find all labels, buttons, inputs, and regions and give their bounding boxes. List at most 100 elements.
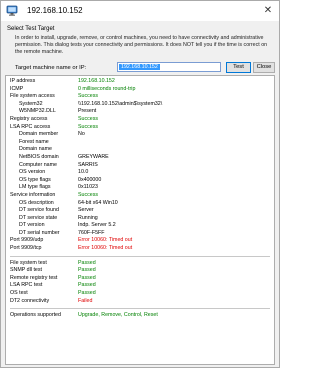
- result-value: Success: [78, 93, 99, 100]
- result-value: SARRIS: [78, 161, 98, 168]
- result-key: Service information: [10, 191, 56, 198]
- section-divider: [10, 308, 270, 310]
- target-label: Target machine name or IP:: [15, 65, 87, 71]
- result-key: Registry access: [10, 115, 48, 122]
- group-label: Select Test Target: [7, 26, 55, 32]
- result-value: 0 milliseconds round-trip: [78, 85, 136, 92]
- result-row: File system test Passed: [6, 260, 274, 268]
- result-key: Port 9909/tcp: [10, 245, 42, 252]
- result-row: Forest name: [6, 139, 274, 147]
- window-title: 192.168.10.152: [27, 6, 83, 15]
- target-input[interactable]: 192.168.10.152: [117, 62, 221, 72]
- result-key: File system access: [10, 93, 55, 100]
- result-key: DT service state: [19, 214, 58, 221]
- result-key: Domain member: [19, 131, 59, 138]
- result-key: DT2 connectivity: [10, 297, 50, 304]
- result-key: LSA RPC access: [10, 123, 51, 130]
- result-value: Error 10060: Timed out: [78, 245, 133, 252]
- target-input-value: 192.168.10.152: [119, 64, 160, 70]
- result-value: No: [78, 131, 85, 138]
- result-row: Port 9909/udp Error 10060: Timed out: [6, 237, 274, 245]
- result-value: Success: [78, 115, 99, 122]
- result-key: OS test: [10, 290, 28, 297]
- result-value: 0x11023: [78, 184, 98, 191]
- result-value: Present: [78, 108, 97, 115]
- result-row: Registry access Success: [6, 116, 274, 124]
- result-key: DT version: [19, 222, 45, 229]
- result-row: DT serial number 760F-F5FF: [6, 230, 274, 238]
- operations-value: Upgrade, Remove, Control, Reset: [78, 312, 158, 319]
- result-row: File system access Success: [6, 93, 274, 101]
- results-list: IP address 192.168.10.152 ICMP 0 millisecon…: [6, 78, 274, 320]
- test-target-dialog: 192.168.10.152 ✕ Select Test Target In o…: [0, 0, 280, 368]
- result-row: NetBIOS domain GREYWARE: [6, 154, 274, 162]
- result-key: LM type flags: [19, 184, 51, 191]
- result-value: 760F-F5FF: [78, 229, 105, 236]
- result-key: SNMP dll test: [10, 267, 42, 274]
- close-icon[interactable]: ✕: [261, 4, 275, 18]
- result-row: OS description 64-bit x64 Win10: [6, 200, 274, 208]
- result-value: Passed: [78, 274, 96, 281]
- result-key: W5NMP32.DLL: [19, 108, 56, 115]
- result-value: Passed: [78, 290, 96, 297]
- result-value: 192.168.10.152: [78, 78, 115, 84]
- result-row: Computer name SARRIS: [6, 162, 274, 170]
- result-value: Success: [78, 123, 99, 130]
- result-value: Passed: [78, 267, 96, 274]
- result-row: IP address 192.168.10.152: [6, 78, 274, 86]
- operations-row: Operations supported Upgrade, Remove, Con…: [6, 312, 274, 320]
- result-value: Failed: [78, 297, 93, 304]
- result-row: System32 \\192.168.10.152\admin$\system32…: [6, 101, 274, 109]
- result-key: ICMP: [10, 85, 24, 92]
- result-row: OS version 10.0: [6, 169, 274, 177]
- result-value: Server: [78, 207, 94, 214]
- result-value: Passed: [78, 282, 96, 289]
- result-key: DT serial number: [19, 229, 60, 236]
- result-value: GREYWARE: [78, 153, 109, 160]
- result-key: NetBIOS domain: [19, 153, 59, 160]
- result-value: Error 10060: Timed out: [78, 237, 133, 244]
- result-value: 0x400000: [78, 176, 102, 183]
- result-row: SNMP dll test Passed: [6, 267, 274, 275]
- result-row: DT version Indp. Server 5.2: [6, 222, 274, 230]
- result-row: OS test Passed: [6, 290, 274, 298]
- result-row: Domain member No: [6, 131, 274, 139]
- results-panel: IP address 192.168.10.152 ICMP 0 millisecon…: [5, 75, 275, 365]
- result-value: 64-bit x64 Win10: [78, 199, 118, 206]
- result-key: OS description: [19, 199, 54, 206]
- result-key: IP address: [10, 78, 36, 84]
- result-row: Service information Success: [6, 192, 274, 200]
- result-row: DT service state Running: [6, 215, 274, 223]
- operations-label: Operations supported: [10, 312, 61, 319]
- title-bar[interactable]: 192.168.10.152 ✕: [1, 1, 279, 21]
- result-key: Computer name: [19, 161, 57, 168]
- close-button[interactable]: Close: [253, 62, 275, 73]
- result-value: Passed: [78, 259, 96, 266]
- result-row: ICMP 0 milliseconds round-trip: [6, 86, 274, 94]
- result-key: LSA RPC test: [10, 282, 43, 289]
- result-row: LSA RPC access Success: [6, 124, 274, 132]
- result-key: OS version: [19, 169, 46, 176]
- result-row: W5NMP32.DLL Present: [6, 108, 274, 116]
- result-key: Domain name: [19, 146, 52, 153]
- result-row: LM type flags 0x11023: [6, 184, 274, 192]
- result-row: Remote registry test Passed: [6, 275, 274, 283]
- result-row: Port 9909/tcp Error 10060: Timed out: [6, 245, 274, 253]
- result-key: File system test: [10, 259, 47, 266]
- result-value: 10.0: [78, 169, 89, 176]
- section-divider: [10, 255, 270, 257]
- result-value: Success: [78, 191, 99, 198]
- result-row: Domain name: [6, 146, 274, 154]
- result-value: \\192.168.10.152\admin$\system32\: [78, 100, 163, 107]
- result-key: DT service found: [19, 207, 59, 214]
- result-row: DT service found Server: [6, 207, 274, 215]
- result-value: Running: [78, 214, 98, 221]
- result-row: OS type flags 0x400000: [6, 177, 274, 185]
- network-monitor-icon: [6, 5, 18, 17]
- result-row: DT2 connectivity Failed: [6, 298, 274, 306]
- result-key: OS type flags: [19, 176, 51, 183]
- result-value: Indp. Server 5.2: [78, 222, 116, 229]
- test-button[interactable]: Test: [226, 62, 251, 73]
- result-key: Remote registry test: [10, 274, 58, 281]
- result-key: System32: [19, 100, 43, 107]
